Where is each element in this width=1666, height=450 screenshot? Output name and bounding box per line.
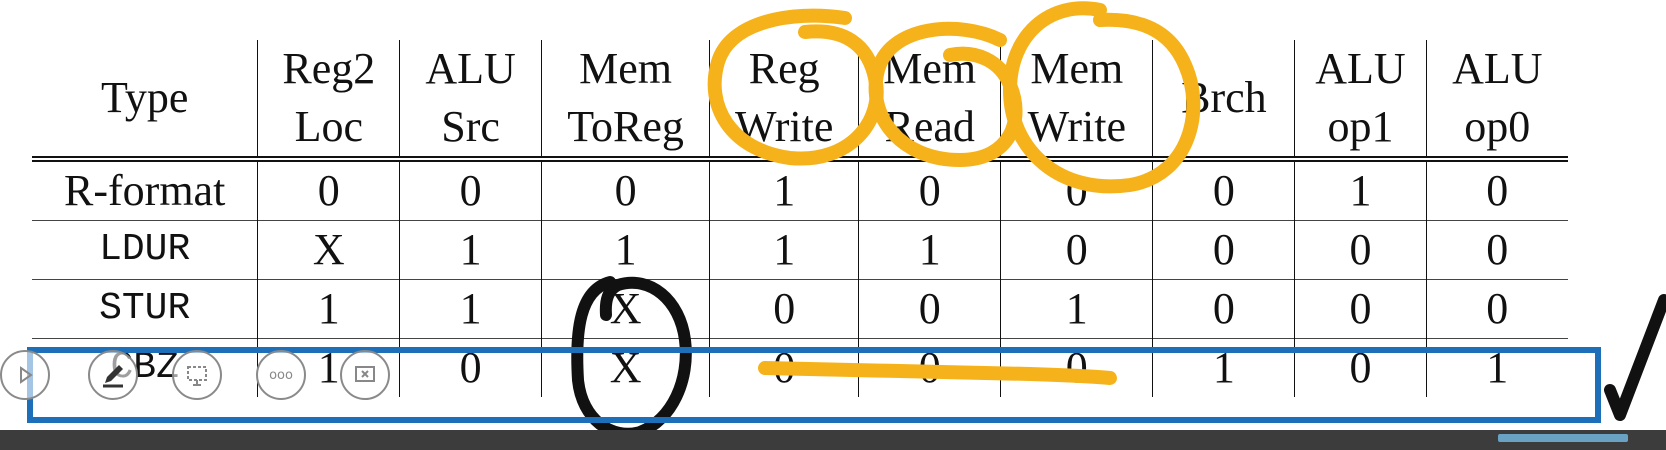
header-type: Type [32, 40, 258, 162]
table-cell: 0 [858, 159, 1001, 221]
table-cell: 1 [709, 159, 859, 221]
table-row-stur: STUR 1 1 X 0 0 1 0 0 0 [32, 279, 1568, 339]
table-cell: 1 [1152, 338, 1295, 397]
play-icon [20, 366, 33, 384]
table-cell: 0 [541, 159, 710, 221]
table-cell: 0 [858, 338, 1001, 397]
table-cell: 0 [858, 279, 1001, 339]
table-cell: X [541, 338, 710, 397]
table-cell: 0 [257, 159, 400, 221]
playback-bar[interactable] [0, 430, 1666, 450]
table-cell: 1 [257, 279, 400, 339]
slide-canvas: Type Reg2 Loc ALU Src Mem ToReg Reg Write Me… [0, 0, 1666, 450]
table-cell: 0 [709, 338, 859, 397]
header-memwrite: Mem Write [1000, 40, 1153, 162]
play-button[interactable] [0, 350, 50, 400]
table-cell: 0 [1425, 220, 1568, 280]
row-type: STUR [99, 287, 191, 330]
table-row-rformat: R-format 0 0 0 1 0 0 0 1 0 [32, 159, 1568, 221]
table-cell: 0 [1425, 279, 1568, 339]
table-cell: 1 [399, 279, 542, 339]
header-aluop0: ALU op0 [1425, 40, 1568, 162]
header-reg2loc: Reg2 Loc [257, 40, 400, 162]
header-aluop1: ALU op1 [1294, 40, 1427, 162]
row-type: R-format [64, 166, 226, 215]
table-cell: 0 [1152, 220, 1295, 280]
table-cell: 0 [1000, 220, 1153, 280]
playback-progress [1498, 434, 1628, 442]
table-cell: X [541, 279, 710, 339]
table-cell: 0 [1294, 338, 1427, 397]
table-cell: 0 [1000, 338, 1153, 397]
table-cell: 0 [1425, 159, 1568, 221]
presenter-toolbar: ooo [0, 350, 420, 410]
table-cell: 1 [1294, 159, 1427, 221]
table-cell: 0 [1294, 220, 1427, 280]
header-memtoreg: Mem ToReg [541, 40, 710, 162]
header-memread: Mem Read [858, 40, 1001, 162]
table-cell: 0 [1294, 279, 1427, 339]
table-cell: 0 [1152, 159, 1295, 221]
more-button[interactable]: ooo [256, 350, 306, 400]
table-cell: 0 [709, 279, 859, 339]
stop-presenting-button[interactable] [340, 350, 390, 400]
table-header-row: Type Reg2 Loc ALU Src Mem ToReg Reg Write Me… [32, 40, 1568, 162]
stop-presenting-icon [355, 366, 375, 382]
slides-button[interactable] [172, 350, 222, 400]
table-cell: 0 [399, 159, 542, 221]
table-cell: X [257, 220, 400, 280]
table-row-ldur: LDUR X 1 1 1 1 0 0 0 0 [32, 220, 1568, 280]
header-alusrc: ALU Src [399, 40, 542, 162]
pen-icon [103, 365, 123, 388]
slide-icon [187, 366, 207, 386]
table-cell: 0 [1000, 159, 1153, 221]
control-signals-table: Type Reg2 Loc ALU Src Mem ToReg Reg Write Me… [32, 40, 1568, 397]
table-cell: 0 [1152, 279, 1295, 339]
header-brch: Brch [1152, 40, 1295, 162]
table-cell: 1 [1425, 338, 1568, 397]
header-regwrite: Reg Write [709, 40, 859, 162]
more-icon: ooo [269, 367, 293, 383]
pen-button[interactable] [88, 350, 138, 400]
table-cell: 1 [858, 220, 1001, 280]
table-cell: 1 [709, 220, 859, 280]
row-type: LDUR [99, 228, 191, 271]
table-cell: 1 [399, 220, 542, 280]
check-mark [1604, 294, 1666, 421]
table-cell: 1 [1000, 279, 1153, 339]
table-cell: 1 [541, 220, 710, 280]
table-cell: 0 [399, 338, 542, 397]
